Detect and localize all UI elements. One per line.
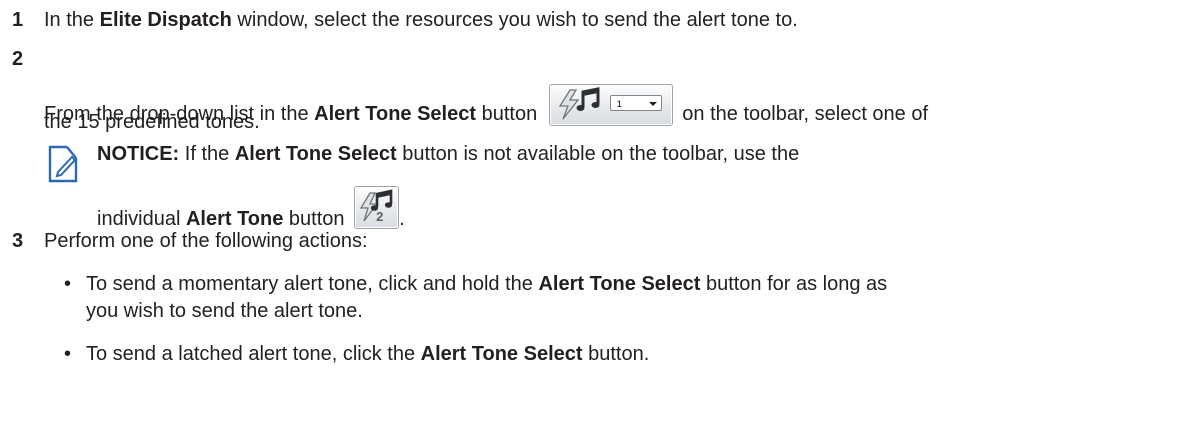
step-1-text-b: window, select the resources you wish to… bbox=[231, 9, 798, 31]
bullet-2-text-b: button. bbox=[582, 343, 650, 365]
lightning-music-icon bbox=[558, 87, 600, 120]
step-3-text: Perform one of the following actions: bbox=[44, 230, 368, 252]
step-2-text-c: on the toolbar, select one of bbox=[676, 103, 929, 125]
bullet-2-text-a: To send a latched alert tone, click the bbox=[86, 343, 421, 365]
step-2-text-b: button bbox=[476, 103, 543, 125]
step-number-3: 3 bbox=[12, 230, 24, 252]
step-1-text-a: In the bbox=[44, 9, 100, 31]
notice-line-1: NOTICE: If the Alert Tone Select button … bbox=[97, 143, 799, 166]
elite-dispatch-term: Elite Dispatch bbox=[99, 9, 232, 31]
bullet-2-line-1: To send a latched alert tone, click the … bbox=[86, 343, 649, 366]
alert-tone-select-button-image: 1 bbox=[548, 84, 673, 126]
notice-line-2: individual Alert Tone button 2. bbox=[97, 186, 405, 231]
notice-text-a: If the bbox=[179, 143, 235, 165]
bullet-1-text-b: button for as long as bbox=[700, 273, 888, 295]
pencil-icon bbox=[48, 145, 78, 183]
notice-text-c: individual bbox=[97, 208, 186, 230]
alert-tone-button-number: 2 bbox=[376, 209, 384, 224]
bullet-1-line-1: To send a momentary alert tone, click an… bbox=[86, 273, 887, 296]
step-1-text: In the Elite Dispatch window, select the… bbox=[44, 9, 798, 32]
tone-number-value: 1 bbox=[616, 99, 622, 109]
bullet-marker-1: • bbox=[64, 273, 72, 295]
notice-alert-tone-select-term: Alert Tone Select bbox=[234, 143, 397, 165]
bullet-2-alert-tone-select-term: Alert Tone Select bbox=[420, 343, 583, 365]
tone-number-combo: 1 bbox=[609, 95, 662, 111]
alert-tone-term: Alert Tone bbox=[185, 208, 284, 230]
notice-text-b: button is not available on the toolbar, … bbox=[396, 143, 800, 165]
step-2-line-2: the 15 predefined tones. bbox=[44, 111, 260, 133]
step-number-1: 1 bbox=[12, 9, 24, 31]
bullet-marker-2: • bbox=[64, 343, 72, 365]
notice-text-e: . bbox=[399, 208, 405, 230]
bullet-1-alert-tone-select-term: Alert Tone Select bbox=[538, 273, 701, 295]
chevron-down-icon bbox=[648, 102, 657, 106]
bullet-1-line-2: you wish to send the alert tone. bbox=[86, 300, 363, 322]
step-number-2: 2 bbox=[12, 48, 24, 70]
notice-text-d: button bbox=[283, 208, 351, 230]
bullet-1-text-a: To send a momentary alert tone, click an… bbox=[86, 273, 539, 295]
notice-label: NOTICE: bbox=[97, 143, 180, 165]
alert-tone-select-term: Alert Tone Select bbox=[314, 103, 477, 125]
alert-tone-button-image: 2 bbox=[354, 186, 400, 229]
